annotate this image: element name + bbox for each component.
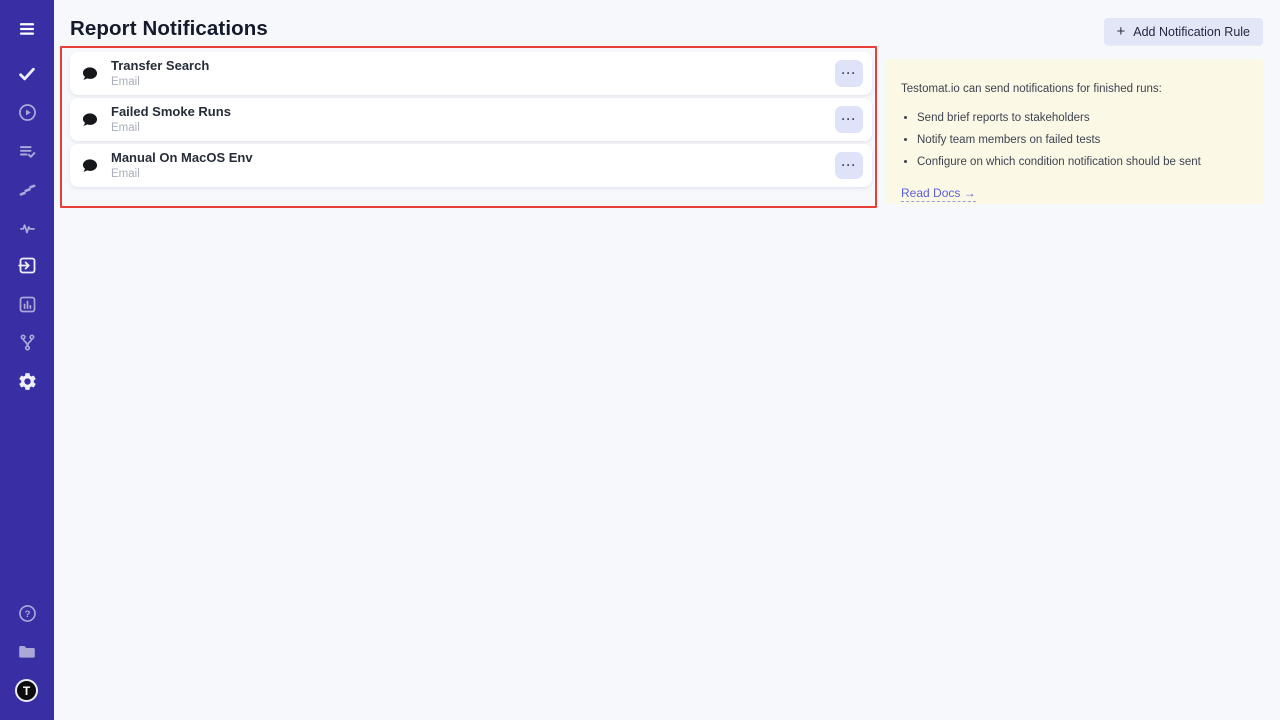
page-title: Report Notifications (70, 17, 268, 41)
play-circle-icon (17, 102, 38, 123)
pulse-icon (17, 217, 38, 238)
chat-bubble-icon (81, 111, 99, 129)
info-panel-intro: Testomat.io can send notifications for f… (901, 82, 1247, 97)
notification-rule-row[interactable]: Failed Smoke Runs Email ··· (70, 98, 872, 141)
notification-rules-list: Transfer Search Email ··· Failed Smoke R… (70, 52, 872, 190)
help-circle-icon: ? (17, 603, 38, 624)
app-window: ? T Report Notifications + Add Notificat… (0, 0, 1280, 720)
rule-menu-button[interactable]: ··· (835, 152, 863, 179)
sidebar-item-projects[interactable] (0, 640, 54, 664)
sidebar: ? T (0, 0, 54, 720)
sidebar-item-help[interactable]: ? (0, 601, 54, 625)
rule-title: Failed Smoke Runs (111, 105, 835, 120)
chat-bubble-icon (81, 157, 99, 175)
info-panel-bullets: Send brief reports to stakeholders Notif… (917, 111, 1247, 169)
read-docs-link[interactable]: Read Docs → (901, 186, 976, 202)
sidebar-item-settings[interactable] (0, 369, 54, 393)
check-icon (16, 63, 38, 85)
rule-menu-button[interactable]: ··· (835, 106, 863, 133)
info-bullet: Configure on which condition notificatio… (917, 155, 1247, 169)
info-bullet: Send brief reports to stakeholders (917, 111, 1247, 125)
bar-chart-icon (17, 294, 38, 315)
notification-rule-row[interactable]: Manual On MacOS Env Email ··· (70, 144, 872, 187)
sidebar-item-menu[interactable] (0, 17, 54, 41)
info-panel: Testomat.io can send notifications for f… (885, 59, 1263, 204)
logo-letter: T (23, 685, 30, 697)
account-avatar[interactable]: T (15, 679, 38, 702)
rule-text: Failed Smoke Runs Email (111, 105, 835, 135)
rule-title: Transfer Search (111, 59, 835, 74)
rule-title: Manual On MacOS Env (111, 151, 835, 166)
rule-text: Manual On MacOS Env Email (111, 151, 835, 181)
add-notification-rule-button[interactable]: + Add Notification Rule (1104, 18, 1264, 45)
rule-channel: Email (111, 168, 835, 181)
sign-in-icon (17, 255, 38, 276)
info-bullet: Notify team members on failed tests (917, 133, 1247, 147)
sidebar-item-analytics[interactable] (0, 215, 54, 239)
rule-text: Transfer Search Email (111, 59, 835, 89)
chat-bubble-icon (81, 65, 99, 83)
sidebar-item-tests[interactable] (0, 62, 54, 86)
folder-icon (16, 641, 38, 663)
sidebar-item-steps[interactable] (0, 177, 54, 201)
rule-channel: Email (111, 122, 835, 135)
stairs-icon (17, 179, 38, 200)
sidebar-item-import[interactable] (0, 253, 54, 277)
list-check-icon (17, 141, 38, 162)
sidebar-item-test-plans[interactable] (0, 139, 54, 163)
gear-icon (17, 371, 38, 392)
sidebar-item-runs[interactable] (0, 100, 54, 124)
rule-menu-button[interactable]: ··· (835, 60, 863, 87)
main-content: Report Notifications + Add Notification … (54, 0, 1280, 720)
git-branch-icon (17, 332, 38, 353)
sidebar-item-reports[interactable] (0, 292, 54, 316)
rule-channel: Email (111, 76, 835, 89)
notification-rule-row[interactable]: Transfer Search Email ··· (70, 52, 872, 95)
sidebar-item-branches[interactable] (0, 330, 54, 354)
hamburger-menu-icon (17, 19, 37, 39)
plus-icon: + (1117, 24, 1126, 39)
svg-text:?: ? (24, 609, 30, 620)
add-button-label: Add Notification Rule (1133, 25, 1250, 39)
